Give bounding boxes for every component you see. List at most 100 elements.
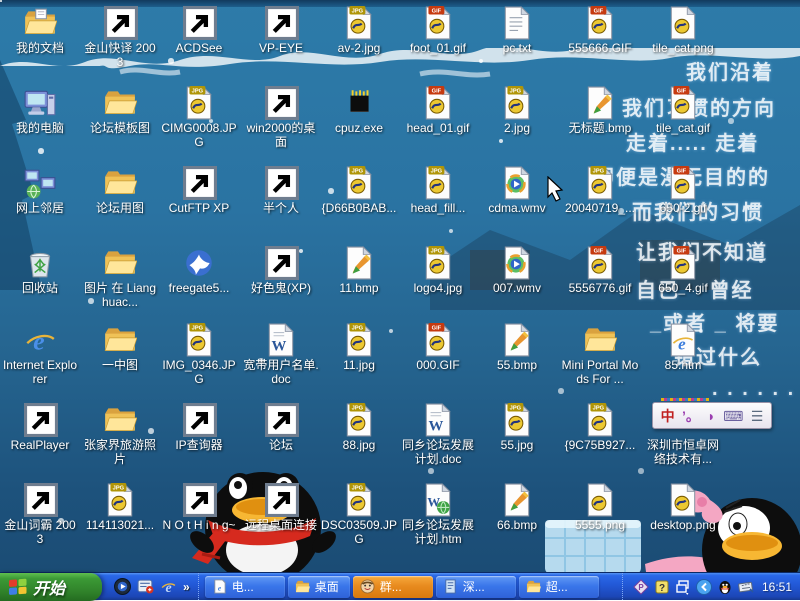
taskbar-button-3[interactable]: 群... — [353, 576, 433, 598]
desktop-icon-ip-query-tool[interactable]: IP查询器 — [160, 403, 238, 453]
ime-mode-chinese[interactable]: 中 — [661, 409, 675, 423]
desktop-icon-bbs-template-images-folder[interactable]: 论坛模板图 — [81, 86, 159, 136]
icon-label: 55.bmp — [478, 359, 556, 373]
desktop-icon-bangeren-qq[interactable]: 半个人 — [242, 166, 320, 216]
jpg-icon: JPG — [342, 166, 376, 200]
svg-text:GIF: GIF — [677, 89, 687, 95]
ime-softkeyboard-icon[interactable]: ⌨ — [723, 409, 743, 423]
taskbar-button-2[interactable]: 桌面 — [288, 576, 350, 598]
desktop-icon-file-650-4-gif[interactable]: GIF650_4.gif — [644, 246, 722, 296]
desktop-icon-d66b0bab-jpg[interactable]: JPG{D66B0BAB... — [320, 166, 398, 216]
desktop-icon-internet-explorer[interactable]: eInternet Explorer — [1, 323, 79, 387]
icon-label: RealPlayer — [1, 439, 79, 453]
taskbar-button-1[interactable]: e电... — [205, 576, 285, 598]
desktop-icon-file-11-jpg[interactable]: JPG11.jpg — [320, 323, 398, 373]
desktop-icon-pictures-lianghuac-folder[interactable]: 图片 在 Lianghuac... — [81, 246, 159, 310]
desktop-icon-head-01-gif[interactable]: GIFhead_01.gif — [399, 86, 477, 136]
desktop-icon-file-11-bmp[interactable]: 11.bmp — [320, 246, 398, 296]
colorful-icon — [264, 246, 298, 280]
desktop-icon-foot-01-gif[interactable]: GIFfoot_01.gif — [399, 6, 477, 56]
desktop-icon-my-documents[interactable]: 我的文档 — [1, 6, 79, 56]
purple-diamond-tray-icon[interactable]: P — [633, 579, 649, 595]
desktop-icon-av-2-jpg[interactable]: JPGav-2.jpg — [320, 6, 398, 56]
start-button[interactable]: 开始 — [0, 573, 102, 601]
svg-text:JPG: JPG — [431, 169, 443, 175]
window-restore-tray-icon[interactable] — [675, 579, 691, 595]
ime-punctuation-icon[interactable]: ’。 — [682, 409, 700, 423]
desktop-icon-file-650-2-gif[interactable]: GIF650-2.gif — [644, 166, 722, 216]
quicklaunch-overflow-chevron[interactable]: » — [183, 580, 190, 594]
desktop-icon-cdma-wmv[interactable]: cdma.wmv — [478, 166, 556, 216]
desktop-icon-desktop-png[interactable]: desktop.png — [644, 483, 722, 533]
desktop-icon-file-9c75b927-jpg[interactable]: JPG{9C75B927... — [561, 403, 639, 453]
messenger-app-icon[interactable] — [137, 578, 154, 595]
svg-text:GIF: GIF — [677, 169, 687, 175]
desktop-icon-acdsee[interactable]: ACDSee — [160, 6, 238, 56]
desktop-icon-cutftp-xp[interactable]: CutFTP XP — [160, 166, 238, 216]
collapse-chevron-icon[interactable] — [696, 579, 712, 595]
desktop-icon-my-computer[interactable]: 我的电脑 — [1, 86, 79, 136]
taskbar: 开始 e » e电...桌面群...深...超... P? 16:51 — [0, 572, 800, 600]
desktop-icon-freegate5[interactable]: freegate5... — [160, 246, 238, 296]
desktop-icon-file-555666-gif[interactable]: GIF555666.GIF — [561, 6, 639, 56]
desktop-icon-img-0346-jpg[interactable]: JPGIMG_0346.JPG — [160, 323, 238, 387]
desktop-icon-cpuz-exe[interactable]: cpuz.exe — [320, 86, 398, 136]
wallpaper-text-line: 我们沿着 — [686, 56, 774, 85]
taskbar-button-5[interactable]: 超... — [519, 576, 599, 598]
ime-language-bar[interactable]: 中 ’。 ◗ ⌨ ☰ — [652, 402, 772, 429]
svg-text:GIF: GIF — [677, 249, 687, 255]
internet-explorer-icon[interactable]: e — [160, 578, 177, 595]
desktop-icon-file-88-jpg[interactable]: JPG88.jpg — [320, 403, 398, 453]
desktop-icon-cimg0008-jpg[interactable]: JPGCIMG0008.JPG — [160, 86, 238, 150]
desktop-icon-realplayer[interactable]: RealPlayer — [1, 403, 79, 453]
desktop-icon-file-55-bmp[interactable]: 55.bmp — [478, 323, 556, 373]
ime-keyboard-tray-icon[interactable] — [738, 579, 754, 595]
desktop-icon-untitled-bmp[interactable]: 无标题.bmp — [561, 86, 639, 136]
svg-text:W: W — [271, 339, 286, 355]
ime-menu-icon[interactable]: ☰ — [751, 409, 764, 423]
qq-tray-icon[interactable] — [717, 579, 733, 595]
desktop-icon-jinshan-kuaiyi-2003[interactable]: 金山快译 2003 — [81, 6, 159, 70]
desktop-icon-tile-cat-png[interactable]: tile_cat.png — [644, 6, 722, 56]
desktop-icon-file-66-bmp[interactable]: 66.bmp — [478, 483, 556, 533]
desktop-icon-file-55-jpg[interactable]: JPG55.jpg — [478, 403, 556, 453]
taskbar-button-4[interactable]: 深... — [436, 576, 516, 598]
desktop-icon-haosegui-xp[interactable]: 好色鬼(XP) — [242, 246, 320, 296]
desktop-icon-tile-cat-gif[interactable]: GIF tile_cat.gif — [644, 86, 722, 136]
icon-label: cdma.wmv — [478, 202, 556, 216]
desktop-icon-nothing-qq[interactable]: N O t H i n g~ — [160, 483, 238, 533]
desktop-icon-mini-portal-mods-folder[interactable]: Mini Portal Mods For ... — [561, 323, 639, 387]
desktop-icon-vp-eye[interactable]: VP-EYE — [242, 6, 320, 56]
icon-label: 宽带用户名单.doc — [242, 359, 320, 387]
icon-label: 007.wmv — [478, 282, 556, 296]
desktop-icon-jinshan-ciba-2003[interactable]: 金山词霸 2003 — [1, 483, 79, 547]
desktop-icon-file-114113021-jpg[interactable]: JPG114113021... — [81, 483, 159, 533]
desktop-icon-yizhong-images-folder[interactable]: 一中图 — [81, 323, 159, 373]
desktop-icon-zhangjiajie-photos-folder[interactable]: 张家界旅游照片 — [81, 403, 159, 467]
desktop-icon-file-2-jpg[interactable]: JPG2.jpg — [478, 86, 556, 136]
desktop-icon-logo4-jpg[interactable]: JPGlogo4.jpg — [399, 246, 477, 296]
desktop-icon-tongxiang-plan-htm[interactable]: W同乡论坛发展计划.htm — [399, 483, 477, 547]
taskbar-button-label: 群... — [380, 578, 402, 595]
desktop-icon-my-network-places[interactable]: 网上邻居 — [1, 166, 79, 216]
desktop-icon-bbs-images-folder[interactable]: 论坛用图 — [81, 166, 159, 216]
desktop-icon-file-5555-png[interactable]: 5555.png — [561, 483, 639, 533]
desktop-icon-file-85-htm[interactable]: e85.htm — [644, 323, 722, 373]
icon-label: tile_cat.gif — [644, 122, 722, 136]
desktop-icon-pc-txt[interactable]: pc.txt — [478, 6, 556, 56]
desktop-icon-file-007-wmv[interactable]: 007.wmv — [478, 246, 556, 296]
desktop-icon-win2000-desktop-folder[interactable]: win2000的桌面 — [242, 86, 320, 150]
desktop-icon-file-5556776-gif[interactable]: GIF5556776.gif — [561, 246, 639, 296]
desktop-icon-bbs-shortcut[interactable]: e论坛 — [242, 403, 320, 453]
help-tray-icon[interactable]: ? — [654, 579, 670, 595]
desktop-icon-file-000-gif[interactable]: GIF000.GIF — [399, 323, 477, 373]
desktop-icon-dsc03509-jpg[interactable]: JPGDSC03509.JPG — [320, 483, 398, 547]
desktop-icon-broadband-users-doc[interactable]: W 宽带用户名单.doc — [242, 323, 320, 387]
desktop-icon-remote-desktop[interactable]: 远程桌面连接 — [242, 483, 320, 533]
desktop-icon-head-fill-jpg[interactable]: JPGhead_fill... — [399, 166, 477, 216]
media-player-icon[interactable] — [114, 578, 131, 595]
ime-halfmoon-icon[interactable]: ◗ — [707, 409, 715, 423]
desktop-icon-file-20040719-jpg[interactable]: JPG20040719_... — [561, 166, 639, 216]
desktop-icon-recycle-bin[interactable]: 回收站 — [1, 246, 79, 296]
desktop-icon-tongxiang-plan-doc[interactable]: W同乡论坛发展计划.doc — [399, 403, 477, 467]
